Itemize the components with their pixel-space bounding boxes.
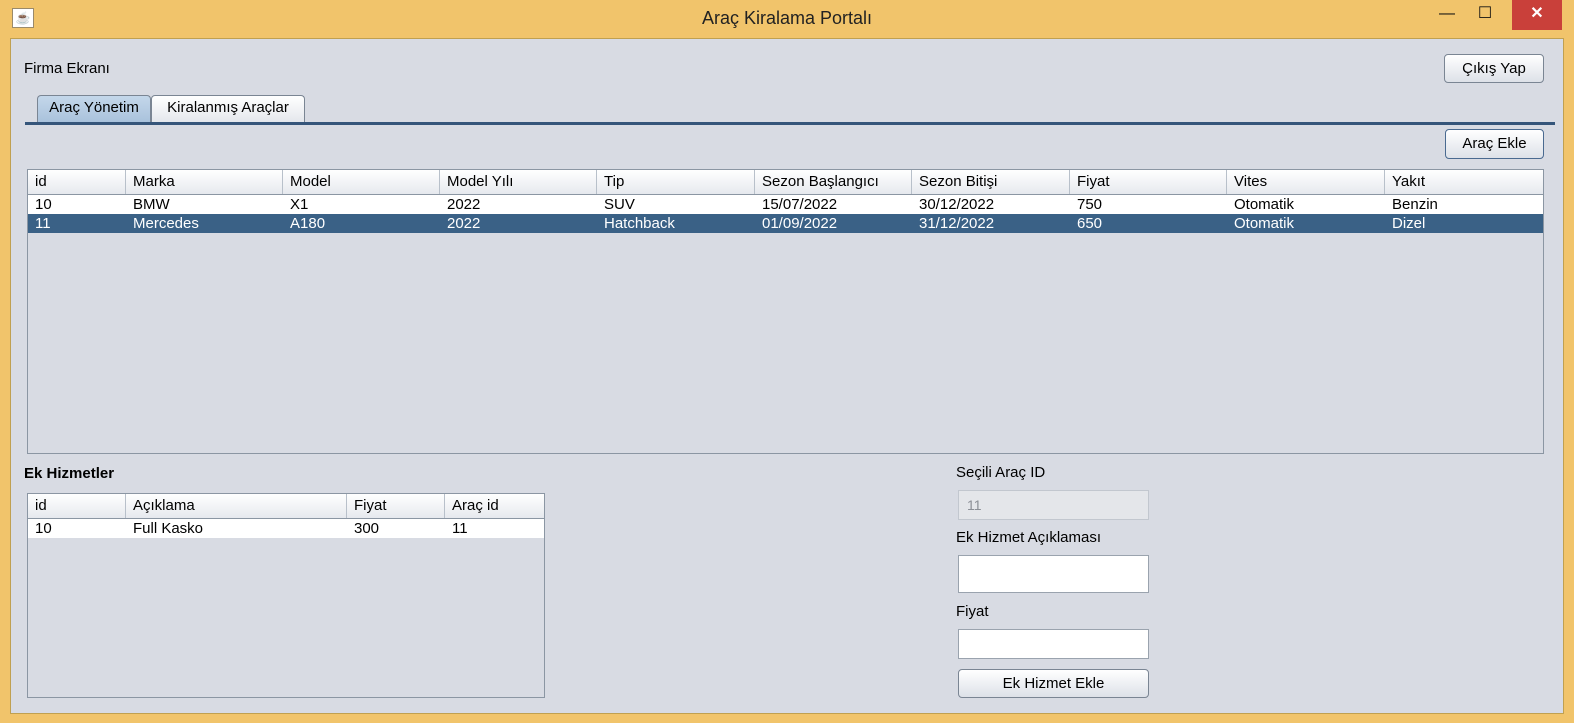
table-cell: 300 xyxy=(354,520,380,537)
table-cell: 11 xyxy=(35,215,51,232)
column-header[interactable]: Model xyxy=(283,170,440,194)
column-header[interactable]: Marka xyxy=(126,170,283,194)
table-row[interactable]: 10 Full Kasko 300 11 xyxy=(28,519,544,538)
add-extra-service-button[interactable]: Ek Hizmet Ekle xyxy=(958,669,1149,698)
extras-table[interactable]: id Açıklama Fiyat Araç id 10 Full Kasko … xyxy=(27,493,545,698)
extras-table-header: id Açıklama Fiyat Araç id xyxy=(28,494,544,519)
table-cell: 2022 xyxy=(447,196,481,213)
extras-section-title: Ek Hizmetler xyxy=(24,465,115,482)
logout-button[interactable]: Çıkış Yap xyxy=(1444,54,1544,83)
table-cell: 31/12/2022 xyxy=(919,215,995,232)
table-cell: A180 xyxy=(290,215,326,232)
column-header[interactable]: Araç id xyxy=(445,494,544,518)
column-header[interactable]: Tip xyxy=(597,170,755,194)
app-window: ☕ Araç Kiralama Portalı — ☐ ✕ Firma Ekra… xyxy=(0,0,1574,723)
column-header[interactable]: Yakıt xyxy=(1385,170,1543,194)
add-car-button[interactable]: Araç Ekle xyxy=(1445,129,1544,159)
column-header[interactable]: Sezon Başlangıcı xyxy=(755,170,912,194)
selected-car-id-field: 11 xyxy=(958,490,1149,520)
table-cell: 10 xyxy=(35,520,52,537)
table-cell: Mercedes xyxy=(133,215,199,232)
table-cell: X1 xyxy=(290,196,309,213)
table-cell: Otomatik xyxy=(1234,196,1295,213)
selected-car-label: Seçili Araç ID xyxy=(956,464,1046,481)
table-cell: Full Kasko xyxy=(133,520,204,537)
close-icon[interactable]: ✕ xyxy=(1512,0,1562,30)
table-row[interactable]: 10 BMW X1 2022 SUV 15/07/2022 30/12/2022… xyxy=(28,195,1543,214)
table-cell: Hatchback xyxy=(604,215,675,232)
tab-rented-vehicles[interactable]: Kiralanmış Araçlar xyxy=(151,95,305,122)
cars-table[interactable]: id Marka Model Model Yılı Tip Sezon Başl… xyxy=(27,169,1544,454)
table-cell: 30/12/2022 xyxy=(919,196,995,213)
table-cell: Benzin xyxy=(1392,196,1438,213)
column-header[interactable]: Model Yılı xyxy=(440,170,597,194)
maximize-icon[interactable]: ☐ xyxy=(1470,0,1500,30)
client-area: Firma Ekranı Çıkış Yap Araç Yönetim Kira… xyxy=(10,38,1564,714)
column-header[interactable]: Sezon Bitişi xyxy=(912,170,1070,194)
price-field[interactable] xyxy=(958,629,1149,659)
table-cell: 15/07/2022 xyxy=(762,196,838,213)
table-cell: SUV xyxy=(604,196,635,213)
description-label: Ek Hizmet Açıklaması xyxy=(956,529,1102,546)
window-title: Araç Kiralama Portalı xyxy=(701,8,873,28)
description-field[interactable] xyxy=(958,555,1149,593)
table-cell: Dizel xyxy=(1392,215,1426,232)
table-row-selected[interactable]: 11 Mercedes A180 2022 Hatchback 01/09/20… xyxy=(28,214,1543,233)
column-header[interactable]: Vites xyxy=(1227,170,1385,194)
table-cell: 650 xyxy=(1077,215,1103,232)
title-bar[interactable]: ☕ Araç Kiralama Portalı — ☐ ✕ xyxy=(0,0,1574,38)
minimize-icon[interactable]: — xyxy=(1432,0,1462,30)
tab-underline xyxy=(25,122,1555,125)
table-cell: 11 xyxy=(452,520,468,537)
table-cell: 10 xyxy=(35,196,52,213)
column-header[interactable]: id xyxy=(28,494,126,518)
column-header[interactable]: Fiyat xyxy=(1070,170,1227,194)
cars-table-header: id Marka Model Model Yılı Tip Sezon Başl… xyxy=(28,170,1543,195)
table-cell: 750 xyxy=(1077,196,1103,213)
table-cell: 2022 xyxy=(447,215,481,232)
tab-vehicle-management[interactable]: Araç Yönetim xyxy=(37,95,151,122)
screen-title: Firma Ekranı xyxy=(24,60,110,77)
price-label: Fiyat xyxy=(956,603,989,620)
table-cell: 01/09/2022 xyxy=(762,215,838,232)
table-cell: Otomatik xyxy=(1234,215,1295,232)
table-cell: BMW xyxy=(133,196,170,213)
column-header[interactable]: id xyxy=(28,170,126,194)
column-header[interactable]: Fiyat xyxy=(347,494,445,518)
column-header[interactable]: Açıklama xyxy=(126,494,347,518)
